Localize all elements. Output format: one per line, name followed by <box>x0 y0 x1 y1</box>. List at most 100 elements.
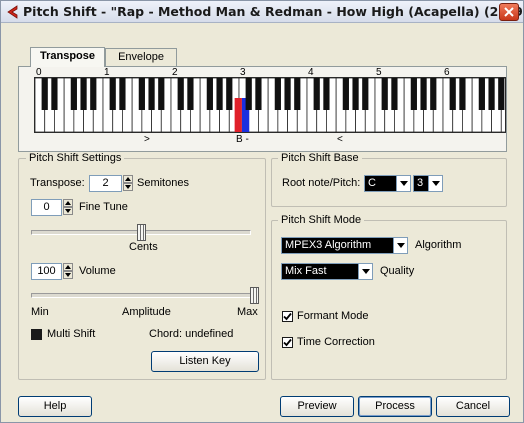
spin-up-icon[interactable] <box>63 263 73 271</box>
group-title: Pitch Shift Mode <box>278 214 365 226</box>
black-key[interactable] <box>109 78 116 110</box>
group-title: Pitch Shift Settings <box>26 152 125 164</box>
multi-shift-checkbox[interactable] <box>31 329 42 340</box>
black-key[interactable] <box>70 78 77 110</box>
volume-field[interactable]: 100 <box>31 263 62 280</box>
black-key[interactable] <box>478 78 485 110</box>
black-key[interactable] <box>284 78 291 110</box>
black-key[interactable] <box>177 78 184 110</box>
transpose-field[interactable]: 2 <box>89 175 122 192</box>
root-octave-select[interactable]: 3 <box>413 175 443 192</box>
black-key[interactable] <box>148 78 155 110</box>
black-key[interactable] <box>158 78 165 110</box>
black-key[interactable] <box>51 78 58 110</box>
black-key[interactable] <box>352 78 359 110</box>
black-key[interactable] <box>381 78 388 110</box>
black-key[interactable] <box>391 78 398 110</box>
black-key[interactable] <box>342 78 349 110</box>
cents-label: Cents <box>129 241 158 253</box>
transpose-label: Transpose: <box>30 177 85 189</box>
chord-text: Chord: undefined <box>149 328 234 340</box>
spin-down-icon[interactable] <box>123 183 133 191</box>
root-key-label: B - <box>236 134 249 145</box>
fine-tune-field[interactable]: 0 <box>31 199 62 216</box>
black-key[interactable] <box>313 78 320 110</box>
help-button[interactable]: Help <box>18 396 92 417</box>
spin-down-icon[interactable] <box>63 271 73 279</box>
black-key[interactable] <box>459 78 466 110</box>
root-note-select[interactable]: C <box>364 175 411 192</box>
chevron-down-icon[interactable] <box>428 176 442 191</box>
min-label: Min <box>31 306 49 318</box>
black-key[interactable] <box>138 78 145 110</box>
max-label: Max <box>237 306 258 318</box>
time-correction-label: Time Correction <box>297 336 375 348</box>
cancel-button[interactable]: Cancel <box>436 396 510 417</box>
pitch-shift-dialog: Pitch Shift - "Rap - Method Man & Redman… <box>0 0 524 423</box>
black-key[interactable] <box>206 78 213 110</box>
volume-slider-track[interactable] <box>31 293 259 298</box>
transpose-stepper[interactable] <box>123 175 133 192</box>
black-key[interactable] <box>119 78 126 110</box>
root-note-value: C <box>368 177 376 189</box>
formant-mode-checkbox[interactable] <box>282 311 293 322</box>
formant-mode-label: Formant Mode <box>297 310 369 322</box>
black-key[interactable] <box>488 78 495 110</box>
group-title: Pitch Shift Base <box>278 152 362 164</box>
black-key[interactable] <box>498 78 505 110</box>
algorithm-label: Algorithm <box>415 239 462 251</box>
black-key[interactable] <box>226 78 233 110</box>
multi-shift-label: Multi Shift <box>47 328 96 340</box>
fine-tune-label: Fine Tune <box>79 201 128 213</box>
black-key[interactable] <box>430 78 437 110</box>
checkmark-icon <box>283 338 292 347</box>
black-key[interactable] <box>420 78 427 110</box>
close-button[interactable] <box>499 3 519 21</box>
piano-keys[interactable] <box>34 77 512 133</box>
spin-up-icon[interactable] <box>123 175 133 183</box>
black-key[interactable] <box>90 78 97 110</box>
quality-select[interactable]: Mix Fast <box>281 263 373 280</box>
semitones-label: Semitones <box>137 177 189 189</box>
window-title: Pitch Shift - "Rap - Method Man & Redman… <box>23 4 524 19</box>
black-key[interactable] <box>245 78 252 110</box>
volume-slider-thumb[interactable] <box>250 287 259 304</box>
quality-value: Mix Fast <box>285 265 327 277</box>
black-key[interactable] <box>294 78 301 110</box>
volume-stepper[interactable] <box>63 263 73 280</box>
spin-up-icon[interactable] <box>63 199 73 207</box>
root-key-marker <box>234 98 242 132</box>
black-key[interactable] <box>187 78 194 110</box>
spin-down-icon[interactable] <box>63 207 73 215</box>
listen-key-button[interactable]: Listen Key <box>151 351 259 372</box>
title-bar: Pitch Shift - "Rap - Method Man & Redman… <box>1 1 524 23</box>
black-key[interactable] <box>216 78 223 110</box>
checkmark-icon <box>283 312 292 321</box>
volume-label: Volume <box>79 265 116 277</box>
process-button[interactable]: Process <box>358 396 432 417</box>
tab-envelope[interactable]: Envelope <box>105 48 177 66</box>
algorithm-select[interactable]: MPEX3 Algorithm <box>281 237 408 254</box>
chevron-down-icon[interactable] <box>393 238 407 253</box>
fine-tune-slider-thumb[interactable] <box>137 224 146 241</box>
black-key[interactable] <box>449 78 456 110</box>
chevron-down-icon[interactable] <box>396 176 410 191</box>
piano-keyboard[interactable] <box>34 77 512 133</box>
time-correction-checkbox[interactable] <box>282 337 293 348</box>
black-key[interactable] <box>274 78 281 110</box>
root-octave-value: 3 <box>417 177 424 189</box>
tab-transpose[interactable]: Transpose <box>30 47 105 67</box>
black-key[interactable] <box>255 78 262 110</box>
black-key[interactable] <box>41 78 48 110</box>
black-key[interactable] <box>410 78 417 110</box>
amplitude-label: Amplitude <box>122 306 171 318</box>
black-key[interactable] <box>323 78 330 110</box>
black-key[interactable] <box>80 78 87 110</box>
fine-tune-stepper[interactable] <box>63 199 73 216</box>
black-key[interactable] <box>362 78 369 110</box>
preview-button[interactable]: Preview <box>280 396 354 417</box>
range-start-marker: > <box>144 134 150 145</box>
chevron-down-icon[interactable] <box>358 264 372 279</box>
close-icon <box>504 7 514 17</box>
cubase-app-icon <box>7 5 18 19</box>
